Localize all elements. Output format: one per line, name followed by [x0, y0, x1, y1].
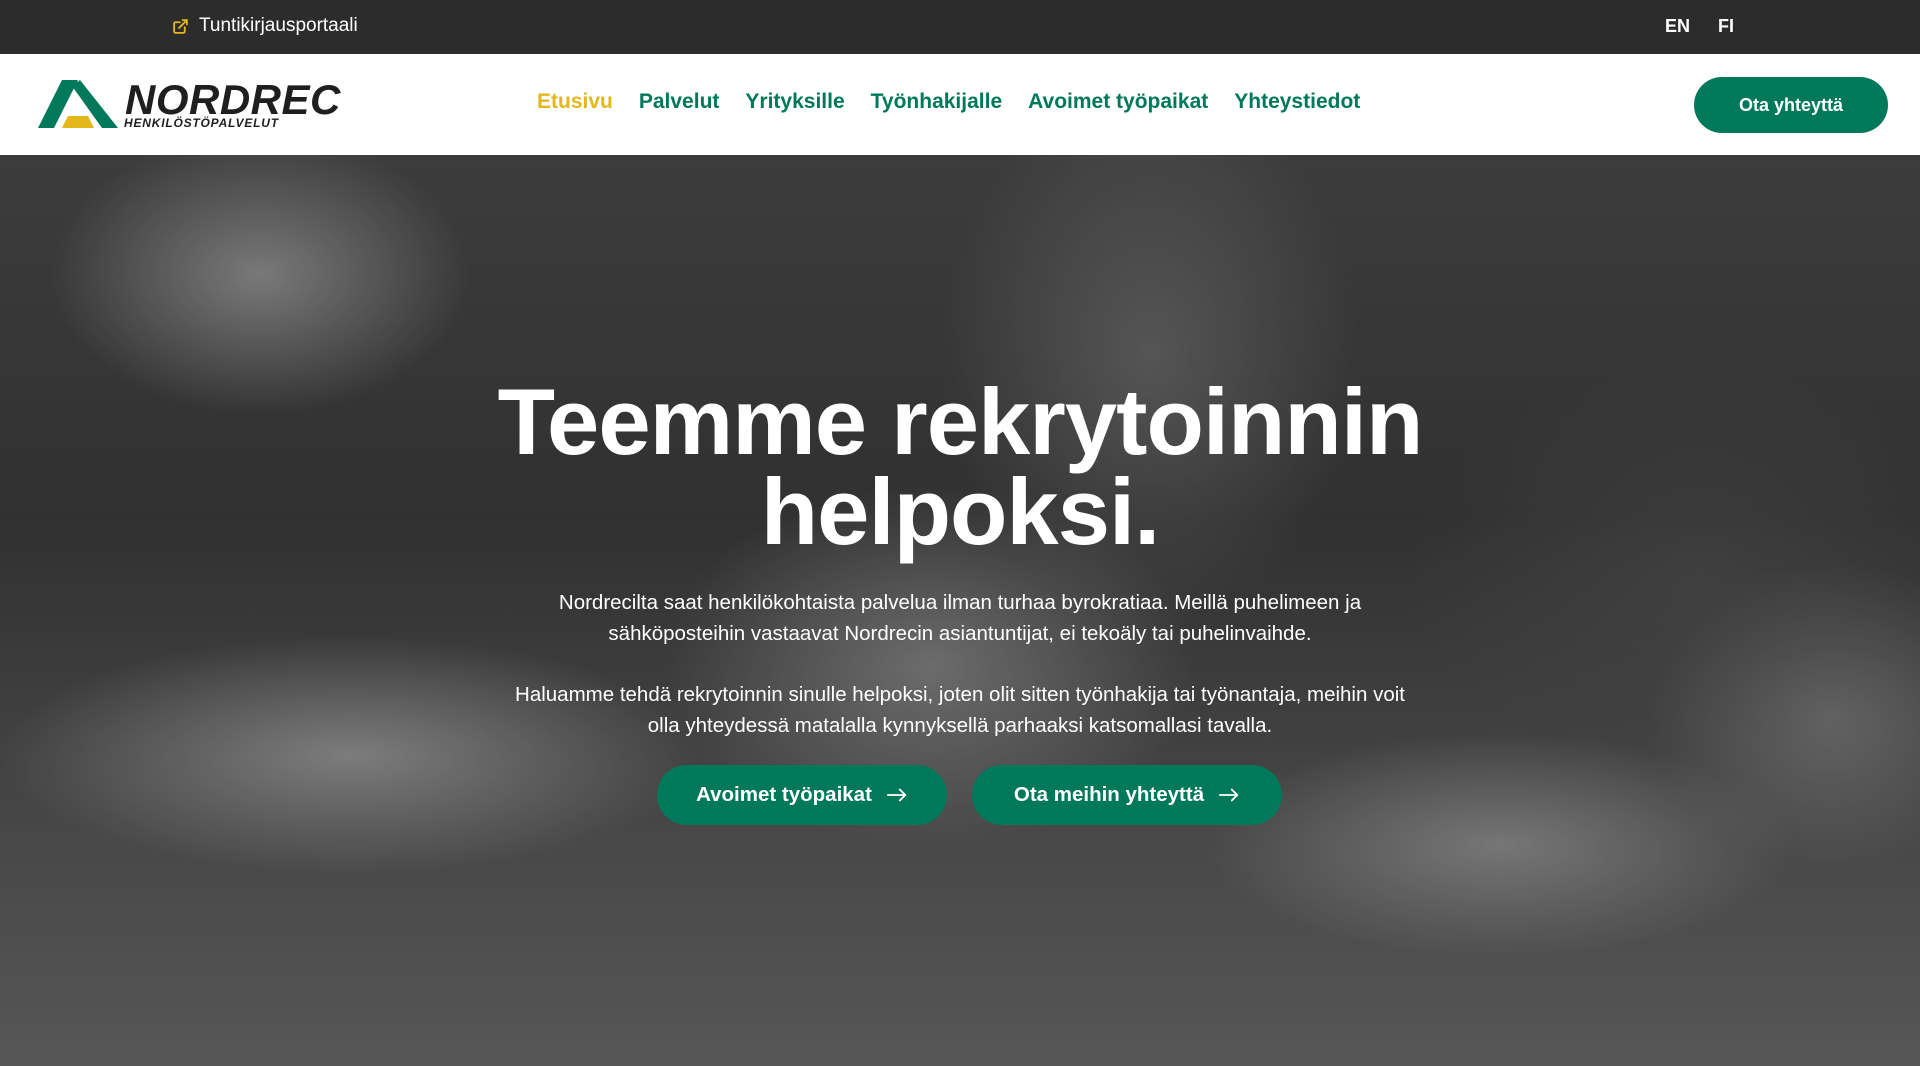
- arrow-right-icon: [1219, 788, 1239, 802]
- open-jobs-button-label: Avoimet työpaikat: [696, 783, 872, 806]
- hero-paragraph-1: Nordrecilta saat henkilökohtaista palvel…: [0, 587, 1920, 649]
- nav-item-tyonhakijalle[interactable]: Työnhakijalle: [871, 90, 1003, 114]
- open-jobs-button[interactable]: Avoimet työpaikat: [657, 765, 947, 825]
- hero-paragraph-1-line2: sähköposteihin vastaavat Nordrecin asian…: [608, 622, 1312, 645]
- hero-title: Teemme rekrytoinnin helpoksi.: [0, 375, 1920, 559]
- external-link-icon: [173, 18, 188, 34]
- hero-paragraph-2-line1: Haluamme tehdä rekrytoinnin sinulle help…: [515, 683, 1405, 706]
- lang-fi-link[interactable]: FI: [1718, 16, 1734, 37]
- site-header: NORDREC HENKILÖSTÖPALVELUT Etusivu Palve…: [0, 54, 1920, 155]
- contact-us-button-label: Ota meihin yhteyttä: [1013, 783, 1205, 806]
- nav-item-avoimet-tyopaikat[interactable]: Avoimet työpaikat: [1028, 90, 1208, 114]
- nav-item-yhteystiedot[interactable]: Yhteystiedot: [1234, 90, 1360, 114]
- logo[interactable]: NORDREC HENKILÖSTÖPALVELUT: [38, 76, 340, 134]
- portal-link-label: Tuntikirjausportaali: [199, 15, 358, 36]
- nav-item-palvelut[interactable]: Palvelut: [639, 90, 720, 114]
- hero-paragraph-1-line1: Nordrecilta saat henkilökohtaista palvel…: [558, 591, 1362, 614]
- hero-title-line2: helpoksi.: [760, 459, 1160, 564]
- portal-link[interactable]: Tuntikirjausportaali: [172, 15, 358, 37]
- hero-paragraph-2-line2: olla yhteydessä matalalla kynnyksellä pa…: [647, 714, 1273, 737]
- logo-subtitle: HENKILÖSTÖPALVELUT: [124, 116, 279, 130]
- logo-mark-icon: [38, 80, 118, 128]
- main-nav: Etusivu Palvelut Yrityksille Työnhakijal…: [537, 90, 1360, 114]
- contact-button[interactable]: Ota yhteyttä: [1694, 77, 1888, 133]
- arrow-right-icon: [886, 788, 907, 802]
- contact-us-button[interactable]: Ota meihin yhteyttä: [972, 765, 1282, 825]
- lang-en-link[interactable]: EN: [1665, 16, 1690, 37]
- hero-paragraph-2: Haluamme tehdä rekrytoinnin sinulle help…: [0, 679, 1920, 741]
- hero-section: Teemme rekrytoinnin helpoksi. Nordrecilt…: [0, 155, 1920, 1066]
- nav-item-etusivu[interactable]: Etusivu: [537, 90, 613, 114]
- top-bar: Tuntikirjausportaali EN FI: [0, 0, 1920, 54]
- nav-item-yrityksille[interactable]: Yrityksille: [745, 90, 844, 114]
